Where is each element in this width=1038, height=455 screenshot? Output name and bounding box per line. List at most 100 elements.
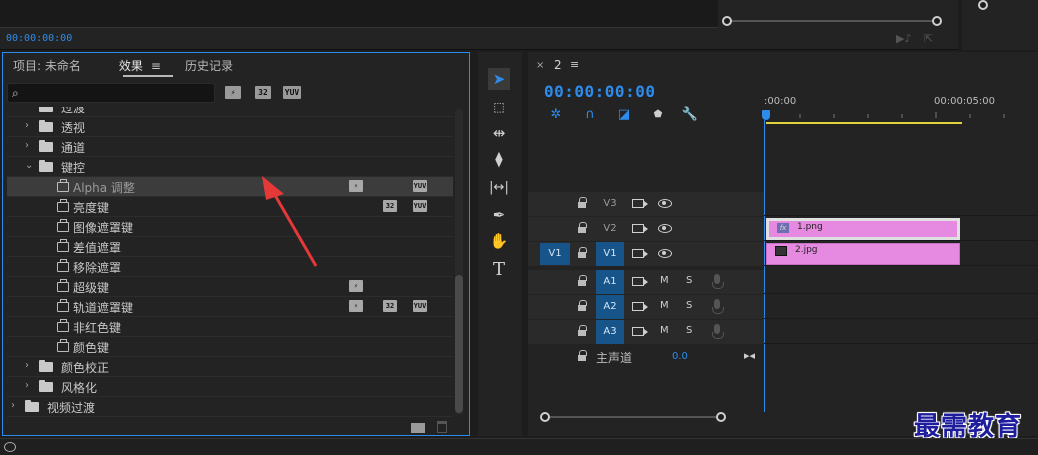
lock-icon[interactable] <box>578 350 587 361</box>
tree-effect[interactable]: Alpha 调整 ⚡ YUV <box>7 177 453 197</box>
chevron-right-icon[interactable]: › <box>25 380 29 391</box>
slip-tool-icon[interactable]: |↔| <box>488 176 510 198</box>
lock-icon[interactable] <box>578 275 587 286</box>
pen-tool-icon[interactable]: ✒ <box>488 204 510 226</box>
tree-effect[interactable]: 超级键 ⚡ <box>7 277 453 297</box>
search-box[interactable]: ⌕ <box>7 83 215 103</box>
go-to-end-icon[interactable]: ▸◂ <box>744 349 755 362</box>
monitor-scrub-track[interactable] <box>726 20 936 22</box>
track-name[interactable]: A2 <box>596 295 624 319</box>
solo-button[interactable]: S <box>686 325 692 336</box>
tree-folder[interactable]: › 风格化 <box>7 377 453 397</box>
panel-menu-icon[interactable]: ≡ <box>151 57 161 75</box>
zoom-right-handle[interactable] <box>716 412 726 422</box>
track-name[interactable]: A3 <box>596 320 624 344</box>
source-patch-v1[interactable]: V1 <box>540 243 570 265</box>
yuv-filter-icon[interactable]: YUV <box>283 86 301 99</box>
track-name[interactable]: A1 <box>596 270 624 294</box>
sync-lock-icon[interactable] <box>632 199 648 208</box>
chevron-right-icon[interactable]: › <box>25 360 29 371</box>
tab-project[interactable]: 项目: 未命名 <box>13 57 81 79</box>
solo-button[interactable]: S <box>686 300 692 311</box>
clip-1-png[interactable]: fx 1.png <box>766 218 960 240</box>
sync-lock-icon[interactable] <box>632 249 648 258</box>
program-scrub-handle[interactable] <box>978 0 988 10</box>
work-area-bar[interactable] <box>766 122 962 124</box>
timeline-settings-icon[interactable]: 🔧 <box>682 106 698 122</box>
track-name[interactable]: V3 <box>596 192 624 216</box>
clip-2-jpg[interactable]: 2.jpg <box>766 243 960 265</box>
master-volume-value[interactable]: 0.0 <box>672 351 688 362</box>
new-bin-icon[interactable] <box>411 423 425 433</box>
mute-button[interactable]: M <box>660 300 669 311</box>
mute-button[interactable]: M <box>660 275 669 286</box>
playhead-handle[interactable] <box>762 110 770 120</box>
mic-icon[interactable] <box>712 274 724 289</box>
tree-effect[interactable]: 亮度键 32 YUV <box>7 197 453 217</box>
tree-folder[interactable]: › 视频过渡 <box>7 397 453 417</box>
track-select-tool-icon[interactable]: ⬚ <box>488 96 510 118</box>
chevron-down-icon[interactable]: ⌄ <box>25 160 33 171</box>
track-name[interactable]: V1 <box>596 242 624 266</box>
timeline-timecode[interactable]: 00:00:00:00 <box>544 82 655 101</box>
tree-effect[interactable]: 移除遮罩 <box>7 257 453 277</box>
tree-effect[interactable]: 轨道遮罩键 ⚡ 32 YUV <box>7 297 453 317</box>
eye-icon[interactable] <box>658 249 672 258</box>
hand-tool-icon[interactable]: ✋ <box>488 230 510 252</box>
32bit-filter-icon[interactable]: 32 <box>255 86 271 99</box>
insert-icon[interactable]: ▶♪ <box>896 32 911 45</box>
scrub-start-handle[interactable] <box>722 16 732 26</box>
tree-effect[interactable]: 差值遮罩 <box>7 237 453 257</box>
timeline-zoom-scrollbar[interactable] <box>542 416 722 418</box>
chevron-right-icon[interactable]: › <box>25 120 29 131</box>
tree-effect[interactable]: 非红色键 <box>7 317 453 337</box>
source-timecode[interactable]: 00:00:00:00 <box>6 33 72 44</box>
lock-icon[interactable] <box>578 300 587 311</box>
sequence-name[interactable]: 2 <box>554 58 562 72</box>
tree-effect[interactable]: 颜色键 <box>7 337 453 357</box>
lock-icon[interactable] <box>578 247 587 258</box>
close-sequence-icon[interactable]: × <box>536 60 544 71</box>
ripple-edit-tool-icon[interactable]: ⇹ <box>488 122 510 144</box>
snap-icon[interactable]: ∩ <box>582 106 598 122</box>
search-input[interactable] <box>26 85 212 101</box>
razor-tool-icon[interactable]: ⧫ <box>488 148 510 170</box>
lock-icon[interactable] <box>578 197 587 208</box>
tree-effect[interactable]: 图像遮罩键 <box>7 217 453 237</box>
sync-lock-icon[interactable] <box>632 277 648 286</box>
tab-history[interactable]: 历史记录 <box>185 57 233 79</box>
tree-scrollbar-thumb[interactable] <box>455 275 463 413</box>
export-frame-icon[interactable]: ⇱ <box>924 32 933 45</box>
tree-folder[interactable]: › 过渡 <box>7 107 453 117</box>
mic-icon[interactable] <box>712 324 724 339</box>
trash-icon[interactable] <box>437 421 447 433</box>
linked-selection-icon[interactable]: ◪ <box>616 106 632 122</box>
solo-button[interactable]: S <box>686 275 692 286</box>
add-marker-icon[interactable]: ⬟ <box>650 106 666 122</box>
chevron-right-icon[interactable]: › <box>25 140 29 151</box>
scrub-end-handle[interactable] <box>932 16 942 26</box>
lock-icon[interactable] <box>578 222 587 233</box>
tree-folder[interactable]: › 通道 <box>7 137 453 157</box>
nest-sequence-icon[interactable]: ✲ <box>548 106 564 122</box>
tree-folder[interactable]: › 透视 <box>7 117 453 137</box>
tree-folder[interactable]: ⌄ 键控 <box>7 157 453 177</box>
time-ruler[interactable] <box>766 112 1038 120</box>
type-tool-icon[interactable]: T <box>488 258 510 280</box>
sync-lock-icon[interactable] <box>632 327 648 336</box>
chevron-right-icon[interactable]: › <box>11 400 15 411</box>
selection-tool-icon[interactable]: ➤ <box>488 68 510 90</box>
zoom-left-handle[interactable] <box>540 412 550 422</box>
sync-lock-icon[interactable] <box>632 224 648 233</box>
chevron-right-icon[interactable]: › <box>25 107 29 111</box>
eye-icon[interactable] <box>658 199 672 208</box>
tree-folder[interactable]: › 颜色校正 <box>7 357 453 377</box>
track-name[interactable]: V2 <box>596 217 624 241</box>
mute-button[interactable]: M <box>660 325 669 336</box>
sync-lock-icon[interactable] <box>632 302 648 311</box>
creative-cloud-icon[interactable] <box>4 442 16 452</box>
lock-icon[interactable] <box>578 325 587 336</box>
accel-filter-icon[interactable]: ⚡ <box>225 86 241 99</box>
mic-icon[interactable] <box>712 299 724 314</box>
eye-icon[interactable] <box>658 224 672 233</box>
